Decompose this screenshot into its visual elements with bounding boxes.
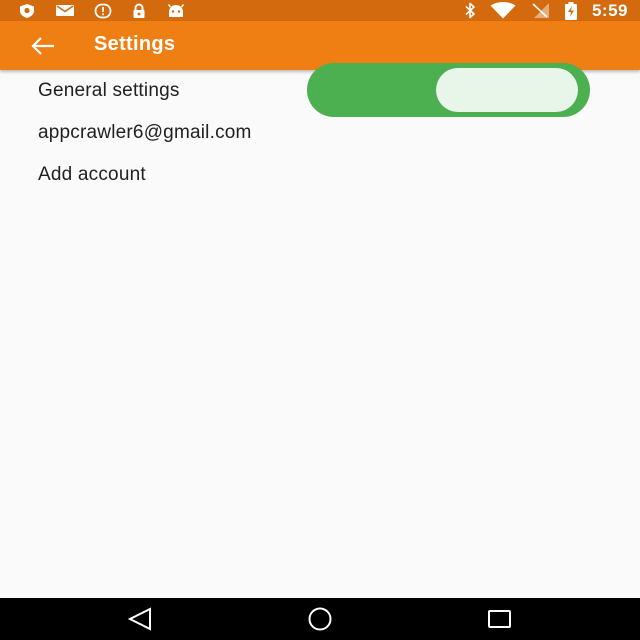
status-time: 5:59 [591,0,628,20]
nav-home-icon [305,607,335,636]
list-item-label: Add account [38,164,146,185]
navigation-bar [0,598,640,640]
list-item-label: General settings [38,80,180,101]
wifi-icon [490,2,516,19]
alert-icon [94,3,112,19]
nav-back-icon [126,607,156,636]
list-item-add-account[interactable]: Add account [0,154,640,196]
toggle-switch[interactable] [307,63,590,117]
nav-recents-icon [485,610,515,636]
arrow-back-icon [28,37,60,63]
bluetooth-icon [464,2,476,19]
back-button[interactable] [28,33,60,59]
no-signal-icon [530,2,550,19]
shield-icon [18,3,36,19]
screen: 5:59 Settings General settings appcrawle… [0,0,640,640]
list-item-account[interactable]: appcrawler6@gmail.com [0,112,640,154]
nav-home-button[interactable] [305,606,335,632]
toggle-thumb[interactable] [436,68,578,112]
lock-icon [131,3,147,19]
status-system-icons: 5:59 [464,1,628,20]
status-bar: 5:59 [0,0,640,21]
email-icon [55,3,75,18]
battery-charging-icon [564,1,578,20]
list-item-label: appcrawler6@gmail.com [38,122,252,143]
nav-recents-button[interactable] [485,606,515,632]
nav-back-button[interactable] [126,606,156,632]
android-icon [166,3,186,19]
page-title: Settings [94,33,176,55]
status-notification-icons [18,2,186,19]
